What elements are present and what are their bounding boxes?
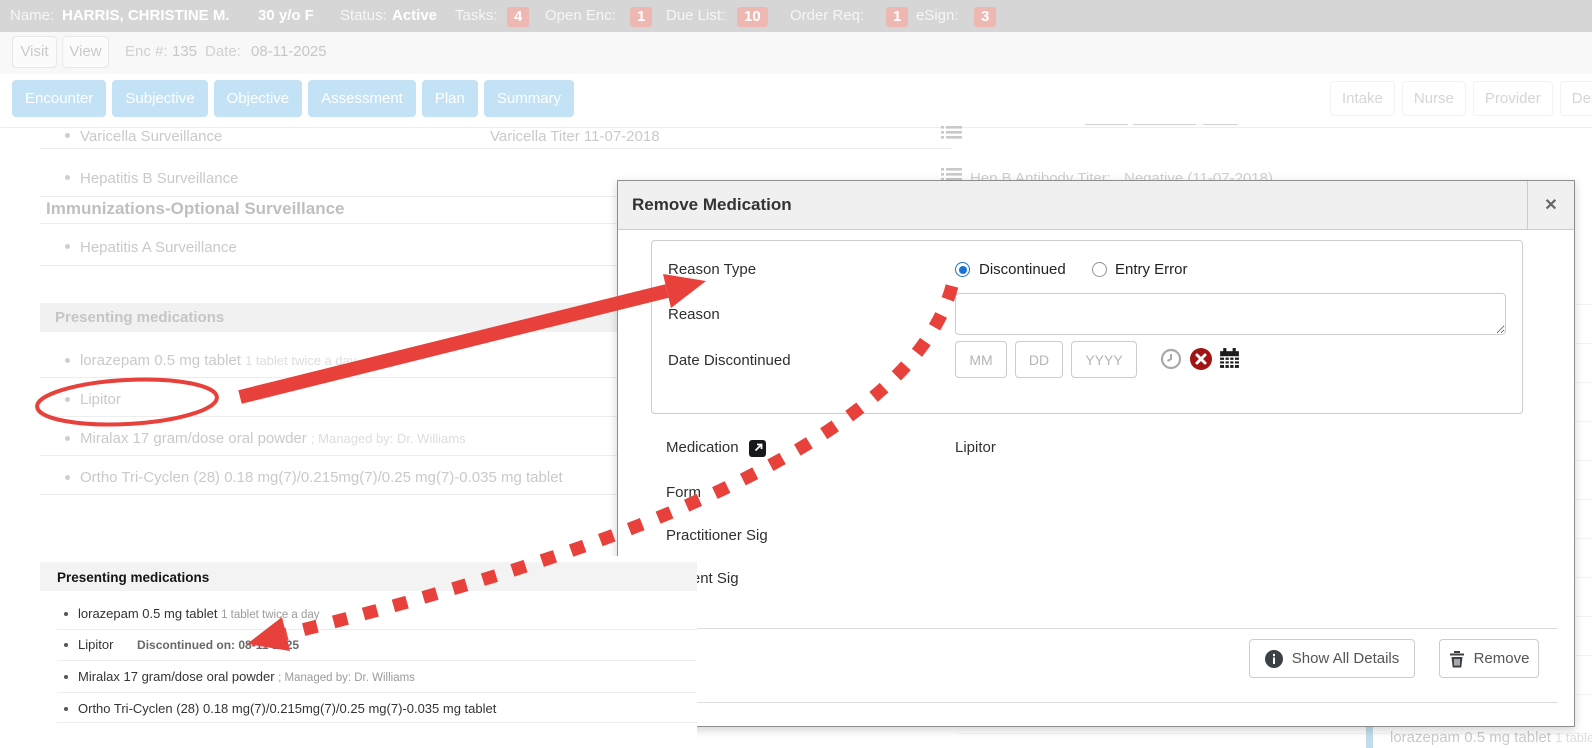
meds-after-header: Presenting medications — [40, 562, 697, 591]
practitioner-sig-label: Practitioner Sig — [666, 527, 768, 544]
radio-entry-error[interactable] — [1092, 262, 1107, 277]
reason-type-label: Reason Type — [668, 261, 756, 278]
form-label: Form — [666, 484, 701, 501]
discontinued-badge: Discontinued on: 08-11-2025 — [137, 638, 299, 652]
info-icon — [1265, 650, 1283, 668]
radio-discontinued-label[interactable]: Discontinued — [979, 261, 1066, 278]
date-yyyy-input[interactable] — [1071, 341, 1137, 378]
reason-label: Reason — [668, 306, 720, 323]
modal-header: Remove Medication ✕ — [618, 181, 1574, 230]
trash-icon — [1449, 650, 1465, 668]
external-link-icon[interactable] — [749, 440, 766, 457]
clear-date-icon[interactable] — [1190, 348, 1212, 370]
remove-button[interactable]: Remove — [1439, 639, 1539, 678]
date-mm-input[interactable] — [955, 341, 1007, 378]
date-discontinued-label: Date Discontinued — [668, 352, 791, 369]
meds-after-panel: Presenting medications lorazepam 0.5 mg … — [40, 556, 697, 748]
show-all-details-button[interactable]: Show All Details — [1249, 639, 1415, 678]
calendar-icon[interactable] — [1218, 347, 1241, 370]
radio-discontinued[interactable] — [955, 262, 970, 277]
medication-label: Medication — [666, 439, 739, 456]
med-item-lipitor-discontinued[interactable]: Lipitor Discontinued on: 08-11-2025 — [78, 637, 299, 652]
med-item[interactable]: Ortho Tri-Cyclen (28) 0.18 mg(7)/0.215mg… — [78, 701, 496, 716]
remove-medication-screen: { "colors": { "annotation_red": "#e8413c… — [0, 0, 1592, 748]
clock-icon[interactable] — [1160, 348, 1182, 370]
med-item[interactable]: lorazepam 0.5 mg tablet 1 tablet twice a… — [78, 606, 320, 621]
close-icon[interactable]: ✕ — [1527, 181, 1574, 230]
modal-title: Remove Medication — [632, 195, 792, 215]
date-dd-input[interactable] — [1015, 341, 1063, 378]
reason-input[interactable] — [955, 293, 1506, 335]
remove-medication-modal: Remove Medication ✕ Reason Type Disconti… — [617, 180, 1575, 727]
medication-value: Lipitor — [955, 439, 996, 456]
radio-entry-error-label[interactable]: Entry Error — [1115, 261, 1188, 278]
med-item[interactable]: Miralax 17 gram/dose oral powder ; Manag… — [78, 669, 415, 684]
